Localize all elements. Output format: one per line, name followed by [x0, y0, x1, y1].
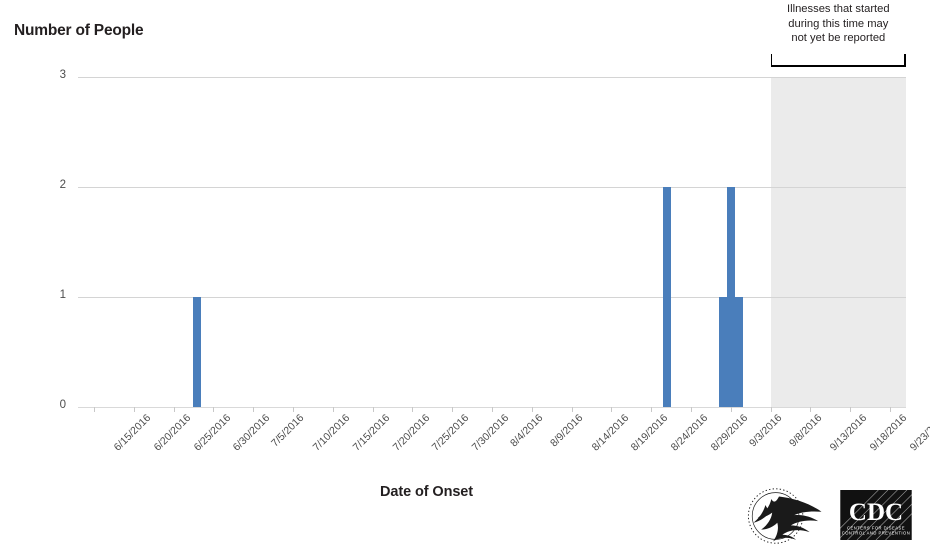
gridline-2: [78, 187, 906, 188]
y-tick-label-3: 3: [59, 69, 66, 81]
x-tick-label: 7/20/2016: [390, 412, 432, 454]
x-axis-title: Date of Onset: [380, 484, 473, 500]
y-tick-label-2: 2: [59, 179, 66, 191]
annotation-text: Illnesses that started during this time …: [761, 2, 916, 46]
x-tick-label: 8/19/2016: [629, 412, 671, 454]
x-tick-label: 6/15/2016: [111, 412, 154, 454]
x-tick: [531, 407, 533, 412]
gridline-3: [78, 77, 906, 78]
x-tick: [292, 407, 294, 412]
x-tick: [452, 407, 454, 412]
x-tick-label: 6/25/2016: [191, 412, 233, 454]
x-tick: [810, 407, 812, 412]
not-yet-reported-shaded-band: [770, 77, 906, 407]
bracket-right-tick: [904, 54, 906, 67]
x-tick-label: 9/8/2016: [786, 412, 825, 450]
x-tick-label: 7/25/2016: [430, 412, 472, 454]
x-tick-label: 7/30/2016: [469, 412, 512, 454]
annotation-line-2: during this time may: [788, 17, 889, 30]
x-tick-label: 8/29/2016: [708, 412, 751, 454]
cdc-wordmark: CDC: [849, 499, 903, 526]
x-tick: [890, 407, 892, 412]
cdc-logo-icon: CDC CENTERS FOR DISEASE CONTROL AND PREV…: [840, 490, 912, 540]
x-tick: [332, 407, 334, 412]
y-tick-label-0: 0: [59, 399, 66, 411]
x-tick-label: 6/30/2016: [231, 412, 273, 454]
x-tick: [93, 407, 95, 412]
bar: [734, 297, 743, 407]
x-tick-label: 9/13/2016: [828, 412, 870, 454]
x-tick: [173, 407, 175, 412]
x-tick: [691, 407, 693, 412]
x-tick: [611, 407, 613, 412]
x-tick: [133, 407, 135, 412]
x-tick: [412, 407, 414, 412]
x-tick: [850, 407, 852, 412]
annotation-line-1: Illnesses that started: [787, 3, 890, 15]
bar: [718, 297, 727, 407]
x-tick-label: 8/24/2016: [668, 412, 711, 454]
hhs-seal-icon: [747, 488, 822, 544]
cdc-tagline-line-2: CONTROL AND PREVENTION: [842, 531, 911, 536]
agency-logos: CDC CENTERS FOR DISEASE CONTROL AND PREV…: [745, 486, 925, 546]
y-tick-label-1: 1: [59, 289, 66, 301]
x-tick-label: 6/20/2016: [151, 412, 193, 454]
x-tick-label: 7/15/2016: [350, 412, 392, 454]
x-tick-label: 9/18/2016: [867, 412, 910, 454]
x-tick-label: 8/14/2016: [589, 412, 631, 454]
x-tick-label: 8/4/2016: [507, 412, 546, 450]
x-tick-label: 8/9/2016: [547, 412, 586, 450]
x-tick-label: 7/5/2016: [269, 412, 307, 450]
x-tick: [213, 407, 215, 412]
cdc-tagline-line-1: CENTERS FOR DISEASE: [847, 525, 905, 530]
x-tick-label: 9/3/2016: [746, 412, 785, 450]
x-tick-label: 7/10/2016: [310, 412, 353, 454]
x-tick: [492, 407, 493, 412]
epi-curve-chart: Number of People 0 1 2 3 6/15/2016 6/20/2016…: [0, 0, 930, 548]
x-tick: [770, 407, 772, 412]
bar: [663, 187, 672, 407]
x-tick: [571, 407, 573, 412]
x-tick: [372, 407, 374, 412]
x-tick: [253, 407, 255, 412]
x-tick: [651, 407, 653, 412]
y-axis-title: Number of People: [14, 22, 144, 39]
plot-area: [78, 77, 906, 408]
annotation-line-3: not yet be reported: [791, 32, 886, 44]
gridline-1: [78, 297, 906, 298]
bar: [726, 187, 735, 407]
annotation-bracket: [770, 54, 906, 67]
x-tick: [730, 407, 732, 412]
x-tick-label: 9/23/2016: [907, 412, 930, 454]
bar: [193, 297, 202, 407]
bracket-horizontal-line: [770, 65, 906, 67]
